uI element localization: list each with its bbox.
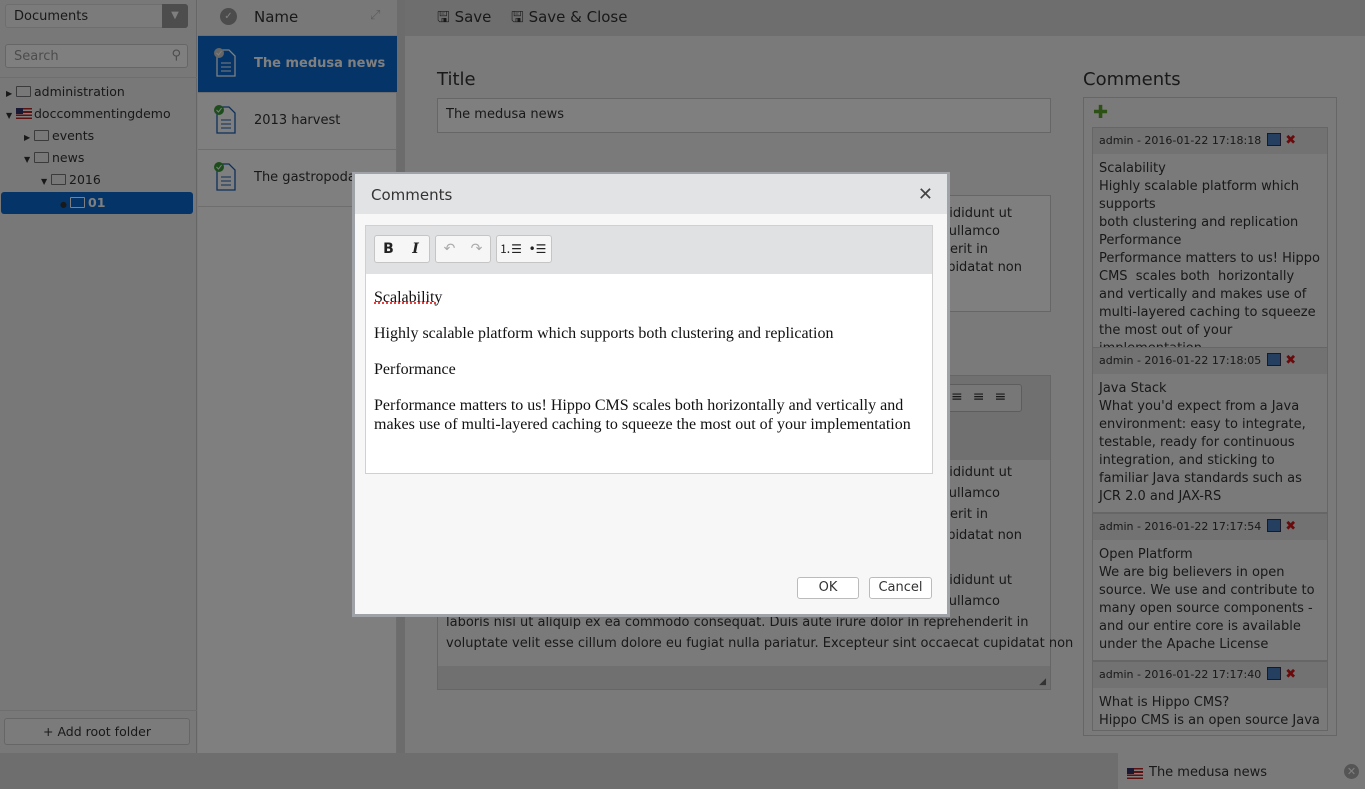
editor-toolbar: B I ↶ ↷ ⒈☰ •☰ <box>366 226 932 274</box>
undo-icon[interactable]: ↶ <box>436 236 463 262</box>
paragraph: Performance <box>374 361 456 378</box>
paragraph: Scalability <box>374 289 443 306</box>
close-icon[interactable]: ✕ <box>918 184 933 205</box>
comment-editor[interactable]: B I ↶ ↷ ⒈☰ •☰ Scalability Highly scalable pla… <box>365 225 933 474</box>
italic-button[interactable]: I <box>402 236 429 262</box>
redo-icon[interactable]: ↷ <box>463 236 490 262</box>
bold-button[interactable]: B <box>375 236 402 262</box>
editor-content[interactable]: Scalability Highly scalable platform whi… <box>366 274 932 465</box>
paragraph: Highly scalable platform which supports … <box>374 325 834 342</box>
dialog-title: Comments <box>371 186 453 204</box>
dialog-header: Comments ✕ <box>355 174 947 214</box>
comments-dialog: Comments ✕ B I ↶ ↷ ⒈☰ •☰ Scalability Highly sc… <box>352 172 950 617</box>
ok-button[interactable]: OK <box>797 577 859 599</box>
paragraph: Performance matters to us! Hippo CMS sca… <box>374 397 911 433</box>
cancel-button[interactable]: Cancel <box>869 577 932 599</box>
numbered-list-icon[interactable]: ⒈☰ <box>497 236 524 262</box>
bulleted-list-icon[interactable]: •☰ <box>524 236 551 262</box>
